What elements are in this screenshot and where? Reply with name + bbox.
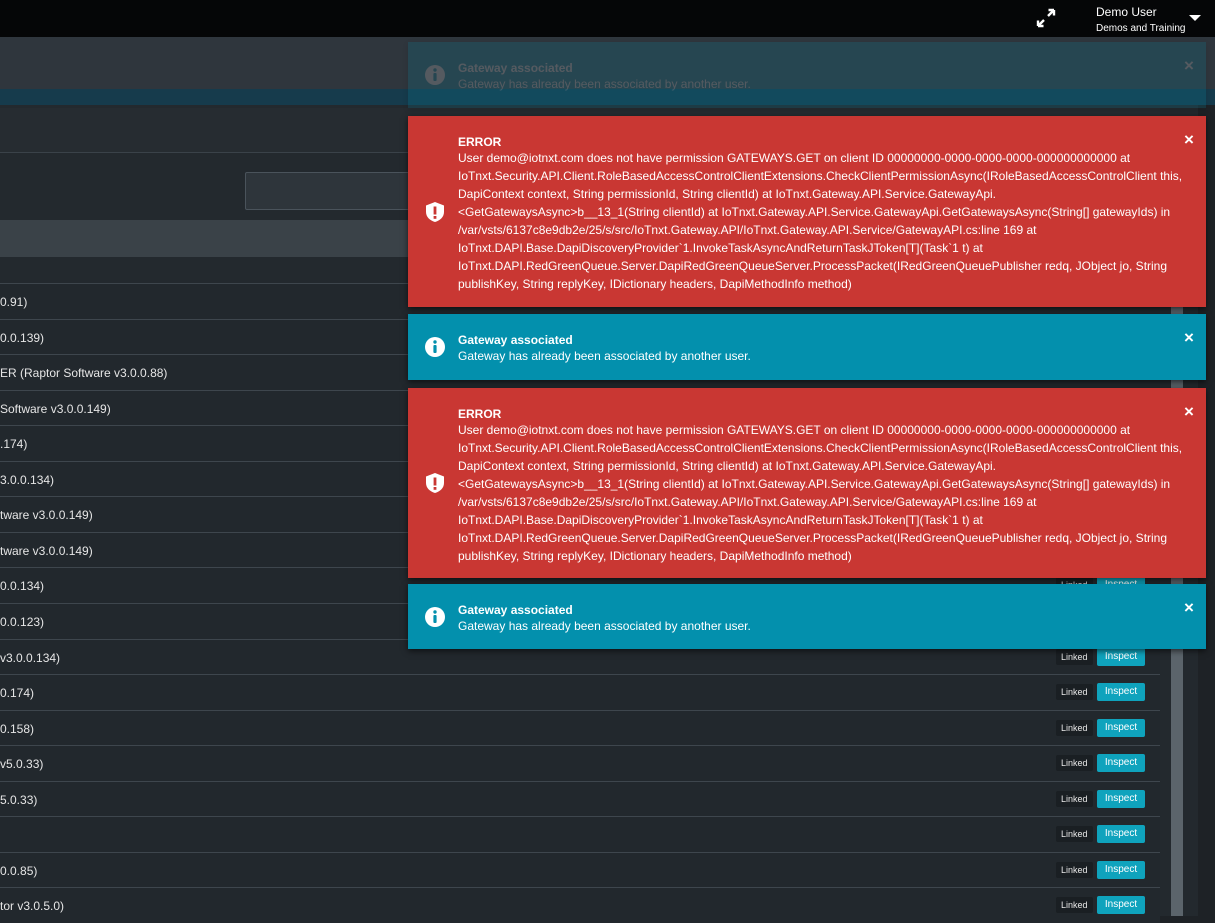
linked-badge: Linked <box>1056 897 1093 913</box>
inspect-button[interactable]: Inspect <box>1097 683 1145 701</box>
gateway-name: 0.0.139) <box>0 331 45 345</box>
linked-badge: Linked <box>1056 720 1093 736</box>
inspect-button[interactable]: Inspect <box>1097 790 1145 808</box>
gateway-name: v5.0.33) <box>0 757 44 771</box>
search-input[interactable] <box>245 172 427 210</box>
info-toast[interactable]: Gateway associated Gateway has already be… <box>408 42 1206 108</box>
gateway-name: .174) <box>0 437 28 451</box>
info-icon <box>424 336 446 358</box>
top-bar: Demo User Demos and Training <box>0 0 1215 37</box>
table-row[interactable]: 0.174) Linked Inspect <box>0 674 1160 710</box>
table-row[interactable]: Linked Inspect <box>0 816 1160 852</box>
inspect-button[interactable]: Inspect <box>1097 896 1145 914</box>
info-toast[interactable]: Gateway associated Gateway has already be… <box>408 314 1206 380</box>
gateway-name: 0.91) <box>0 295 28 309</box>
user-name[interactable]: Demo User <box>1096 5 1157 19</box>
gateway-name: 0.174) <box>0 686 35 700</box>
error-toast[interactable]: ERROR User demo@iotnxt.com does not have … <box>408 388 1206 578</box>
close-icon[interactable]: × <box>1184 130 1194 150</box>
inspect-button[interactable]: Inspect <box>1097 719 1145 737</box>
gateway-name: Software v3.0.0.149) <box>0 402 111 416</box>
table-row[interactable]: 0.158) Linked Inspect <box>0 710 1160 746</box>
linked-badge: Linked <box>1056 684 1093 700</box>
close-icon[interactable]: × <box>1184 598 1194 618</box>
table-row[interactable]: 5.0.33) Linked Inspect <box>0 781 1160 817</box>
inspect-button[interactable]: Inspect <box>1097 648 1145 666</box>
gateway-name: 0.0.134) <box>0 579 45 593</box>
table-row[interactable]: tor v3.0.5.0) Linked Inspect <box>0 887 1160 923</box>
gateway-name: tware v3.0.0.149) <box>0 508 93 522</box>
close-icon[interactable]: × <box>1184 402 1194 422</box>
gateway-name: v3.0.0.134) <box>0 651 61 665</box>
info-icon <box>424 606 446 628</box>
close-icon[interactable]: × <box>1184 328 1194 348</box>
info-icon <box>424 64 446 86</box>
table-row[interactable]: 0.0.85) Linked Inspect <box>0 852 1160 888</box>
info-toast[interactable]: Gateway associated Gateway has already be… <box>408 584 1206 649</box>
toast-title: Gateway associated <box>458 61 573 75</box>
toast-message: User demo@iotnxt.com does not have permi… <box>458 151 1183 291</box>
expand-arrows-icon[interactable] <box>1036 8 1056 28</box>
inspect-button[interactable]: Inspect <box>1097 861 1145 879</box>
close-icon[interactable]: × <box>1184 56 1194 76</box>
table-row[interactable]: v5.0.33) Linked Inspect <box>0 745 1160 781</box>
toast-title: Gateway associated <box>458 333 573 347</box>
gateway-name: tor v3.0.5.0) <box>0 899 65 913</box>
toast-message: Gateway has already been associated by a… <box>458 619 751 633</box>
error-toast[interactable]: ERROR User demo@iotnxt.com does not have … <box>408 116 1206 307</box>
toast-title: ERROR <box>458 135 502 149</box>
toast-message: Gateway has already been associated by a… <box>458 349 751 363</box>
gateway-name: 0.158) <box>0 722 35 736</box>
shield-alert-icon <box>424 201 446 223</box>
shield-alert-icon <box>424 472 446 494</box>
linked-badge: Linked <box>1056 826 1093 842</box>
gateway-name: 0.0.123) <box>0 615 45 629</box>
linked-badge: Linked <box>1056 862 1093 878</box>
toast-title: Gateway associated <box>458 603 573 617</box>
toast-title: ERROR <box>458 407 502 421</box>
gateway-name: 5.0.33) <box>0 793 38 807</box>
inspect-button[interactable]: Inspect <box>1097 754 1145 772</box>
caret-down-icon[interactable] <box>1189 15 1201 21</box>
gateway-name: 3.0.0.134) <box>0 473 55 487</box>
user-organization[interactable]: Demos and Training <box>1096 23 1186 34</box>
linked-badge: Linked <box>1056 791 1093 807</box>
inspect-button[interactable]: Inspect <box>1097 825 1145 843</box>
toast-message: User demo@iotnxt.com does not have permi… <box>458 423 1183 563</box>
linked-badge: Linked <box>1056 649 1093 665</box>
gateway-name: 0.0.85) <box>0 864 38 878</box>
gateway-name: tware v3.0.0.149) <box>0 544 93 558</box>
gateway-name: ER (Raptor Software v3.0.0.88) <box>0 366 168 380</box>
linked-badge: Linked <box>1056 755 1093 771</box>
toast-message: Gateway has already been associated by a… <box>458 77 751 91</box>
